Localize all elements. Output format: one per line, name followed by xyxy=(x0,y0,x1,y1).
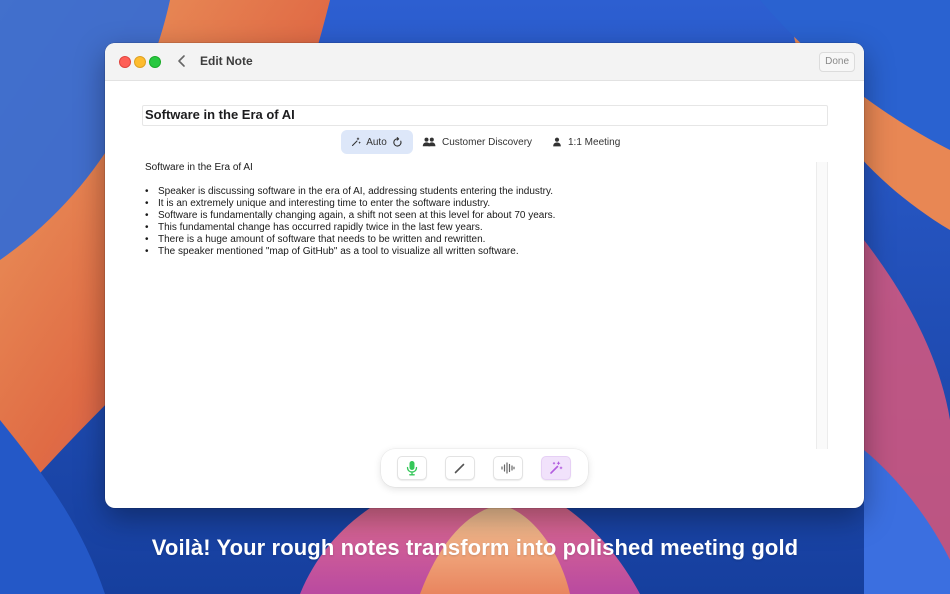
list-item: This fundamental change has occurred rap… xyxy=(145,222,805,234)
close-window-button[interactable] xyxy=(119,56,131,68)
audio-button[interactable] xyxy=(493,456,523,480)
marketing-caption: Voilà! Your rough notes transform into p… xyxy=(151,535,799,560)
refresh-icon xyxy=(393,136,402,147)
title-bar: Edit Note Done xyxy=(105,43,864,81)
record-button[interactable] xyxy=(397,456,427,480)
done-button[interactable]: Done xyxy=(819,52,855,72)
magic-wand-icon xyxy=(352,137,361,147)
meeting-chip[interactable]: 1:1 Meeting xyxy=(552,130,620,154)
person-icon xyxy=(553,137,561,147)
customer-discovery-chip[interactable]: Customer Discovery xyxy=(422,130,532,154)
note-title-input[interactable]: Software in the Era of AI xyxy=(142,105,828,126)
list-item: Software is fundamentally changing again… xyxy=(145,210,805,222)
edit-button[interactable] xyxy=(445,456,475,480)
scrollbar[interactable] xyxy=(816,162,828,449)
pencil-icon xyxy=(454,463,465,474)
bottom-toolbar xyxy=(381,449,588,487)
waveform-icon xyxy=(501,462,515,474)
customer-discovery-label: Customer Discovery xyxy=(442,136,533,148)
window-title: Edit Note xyxy=(200,54,253,68)
template-chips: Auto Customer Discovery 1:1 Meeting xyxy=(105,130,864,154)
minimize-window-button[interactable] xyxy=(134,56,146,68)
edit-note-window: Edit Note Done Software in the Era of AI… xyxy=(105,43,864,508)
auto-chip-label: Auto xyxy=(366,136,387,148)
meeting-chip-label: 1:1 Meeting xyxy=(568,136,621,148)
back-button[interactable] xyxy=(175,53,189,69)
maximize-window-button[interactable] xyxy=(149,56,161,68)
chevron-left-icon xyxy=(178,55,185,67)
people-icon xyxy=(422,137,436,147)
note-body[interactable]: Software in the Era of AI Speaker is dis… xyxy=(145,162,805,447)
list-item: It is an extremely unique and interestin… xyxy=(145,198,805,210)
note-heading: Software in the Era of AI xyxy=(145,162,253,173)
auto-chip[interactable]: Auto xyxy=(341,130,413,154)
microphone-icon xyxy=(406,461,418,476)
list-item: The speaker mentioned "map of GitHub" as… xyxy=(145,246,805,258)
list-item: There is a huge amount of software that … xyxy=(145,234,805,246)
note-title-text: Software in the Era of AI xyxy=(145,107,295,122)
list-item: Speaker is discussing software in the er… xyxy=(145,186,805,198)
bullet-list: Speaker is discussing software in the er… xyxy=(145,186,805,258)
ai-enhance-button[interactable] xyxy=(541,456,571,480)
magic-wand-icon xyxy=(550,461,563,474)
